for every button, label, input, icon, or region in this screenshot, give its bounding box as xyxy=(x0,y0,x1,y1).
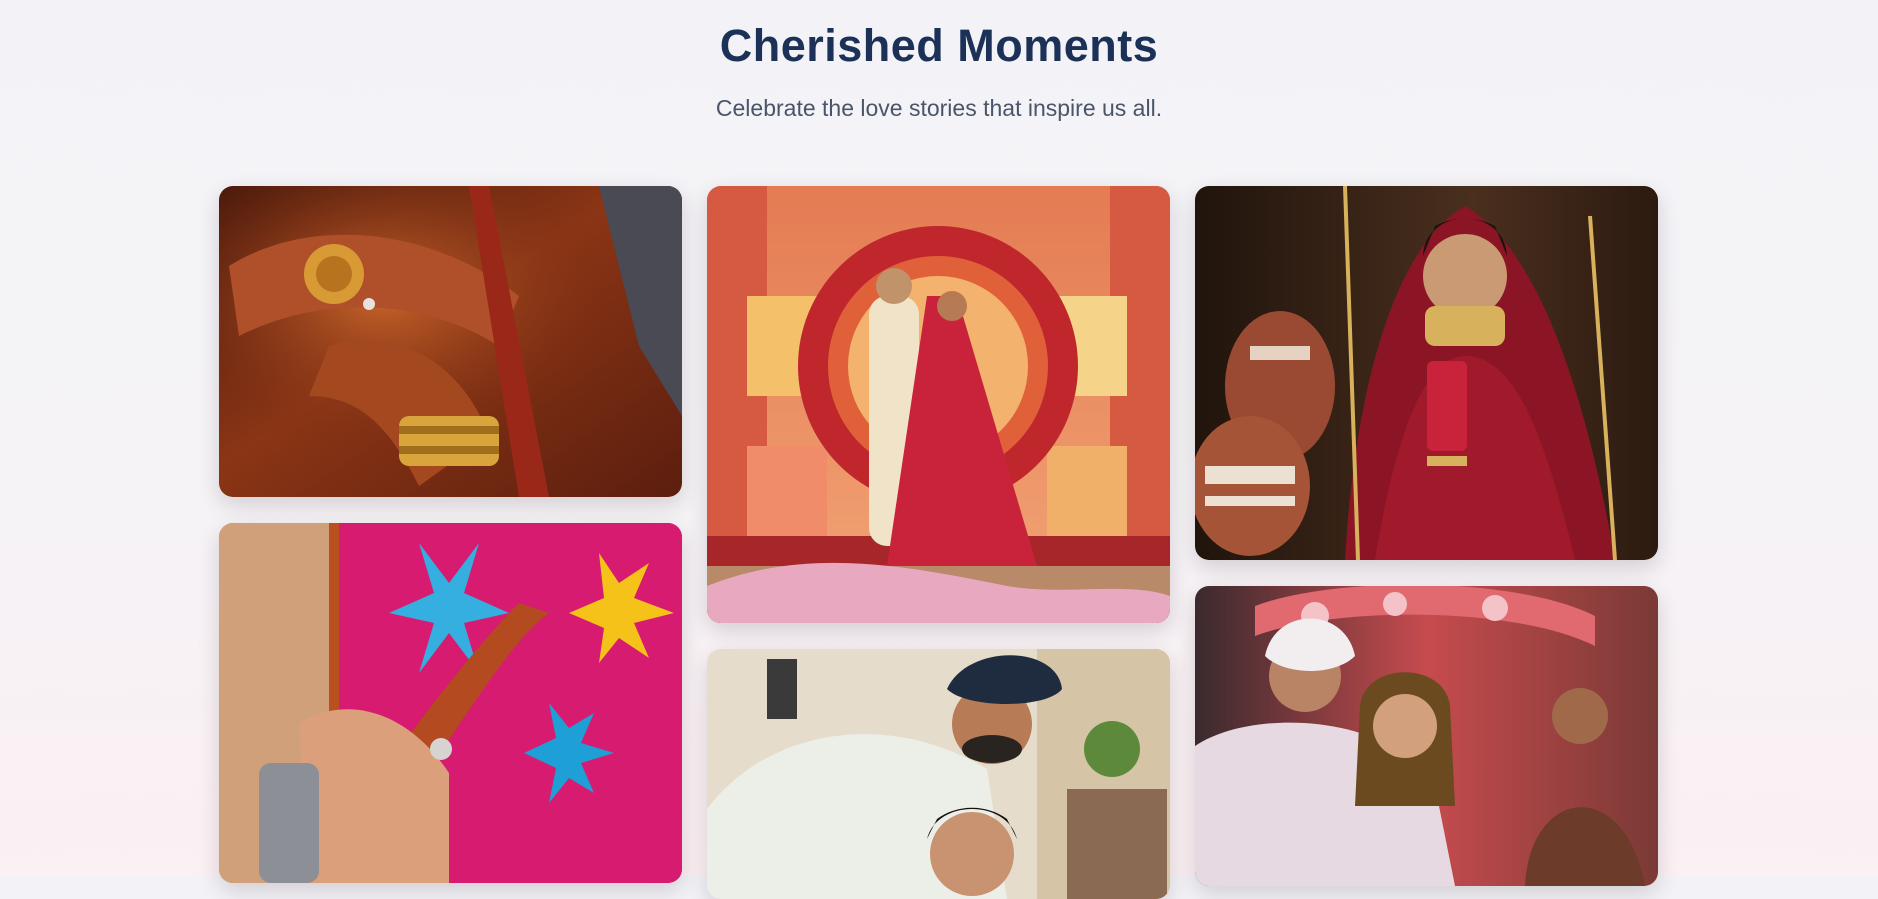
bride-and-groom-ceremony-image xyxy=(1195,586,1658,886)
page-subtitle: Celebrate the love stories that inspire … xyxy=(715,95,1163,121)
bride-beside-clay-pot-image xyxy=(1195,186,1658,560)
gallery-photo[interactable] xyxy=(1195,186,1658,560)
gallery-photo[interactable] xyxy=(707,649,1170,899)
page-title: Cherished Moments xyxy=(719,20,1159,71)
ring-on-henna-hand-image xyxy=(219,523,682,883)
henna-hands-gold-bangles-image xyxy=(219,186,682,497)
gallery-photo[interactable] xyxy=(707,186,1170,623)
gallery-photo[interactable] xyxy=(219,523,682,883)
groom-in-turban-with-bride-image xyxy=(707,649,1170,899)
gallery-photo[interactable] xyxy=(219,186,682,497)
gallery-photo[interactable] xyxy=(1195,586,1658,886)
photo-gallery xyxy=(219,186,1659,899)
couple-in-front-of-floral-arch-image xyxy=(707,186,1170,623)
